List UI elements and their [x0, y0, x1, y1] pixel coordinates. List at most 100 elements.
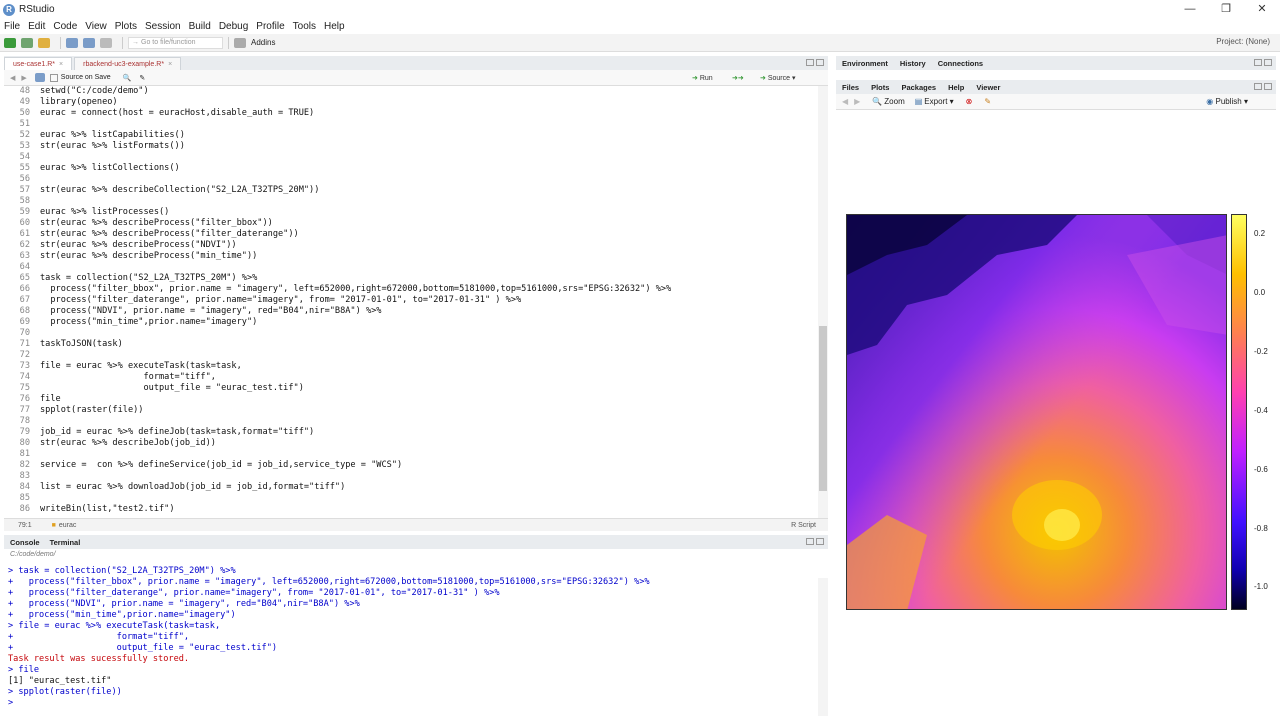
tab-files[interactable]: Files [842, 83, 859, 92]
code-line[interactable] [40, 152, 820, 163]
grid-icon[interactable] [234, 37, 246, 48]
code-line[interactable]: process("min_time",prior.name="imagery") [40, 317, 820, 328]
code-line[interactable] [40, 449, 820, 460]
menu-tools[interactable]: Tools [293, 21, 316, 32]
wand-icon[interactable]: ✎ [139, 74, 145, 82]
goto-file-input[interactable]: Go to file/function [128, 36, 223, 49]
code-line[interactable] [40, 196, 820, 207]
file-type-label[interactable]: R Script [791, 522, 816, 529]
code-line[interactable]: str(eurac %>% describeCollection("S2_L2A… [40, 185, 820, 196]
tab-plots[interactable]: Plots [871, 83, 889, 92]
code-line[interactable]: process("filter_daterange", prior.name="… [40, 295, 820, 306]
tab-viewer[interactable]: Viewer [976, 83, 1000, 92]
code-line[interactable]: task = collection("S2_L2A_T32TPS_20M") %… [40, 273, 820, 284]
tab-console[interactable]: Console [10, 538, 40, 547]
source-button[interactable]: ➜ Source ▾ [760, 74, 795, 82]
scrollbar-thumb[interactable] [819, 326, 827, 491]
maximize-button[interactable]: ❐ [1208, 0, 1244, 19]
code-line[interactable]: taskToJSON(task) [40, 339, 820, 350]
code-line[interactable]: setwd("C:/code/demo") [40, 86, 820, 97]
code-editor[interactable]: setwd("C:/code/demo") library(openeo) eura… [40, 86, 820, 518]
code-line[interactable]: str(eurac %>% listFormats()) [40, 141, 820, 152]
code-line[interactable]: str(eurac %>% describeProcess("min_time"… [40, 251, 820, 262]
code-line[interactable]: list = eurac %>% downloadJob(job_id = jo… [40, 482, 820, 493]
code-line[interactable]: spplot(raster(file)) [40, 405, 820, 416]
menu-debug[interactable]: Debug [219, 21, 248, 32]
tab-rbackend-uc3[interactable]: rbackend-uc3-example.R* × [74, 57, 182, 70]
console-output[interactable]: > task = collection("S2_L2A_T32TPS_20M")… [8, 566, 818, 716]
menu-edit[interactable]: Edit [28, 21, 45, 32]
code-line[interactable]: eurac %>% listCapabilities() [40, 130, 820, 141]
console-scrollbar[interactable] [818, 578, 828, 716]
menu-profile[interactable]: Profile [256, 21, 284, 32]
code-line[interactable]: library(openeo) [40, 97, 820, 108]
save-icon[interactable] [66, 37, 78, 48]
code-line[interactable] [40, 119, 820, 130]
scope-label[interactable]: eurac [59, 522, 77, 529]
open-file-icon[interactable] [38, 37, 50, 48]
maximize-pane-icon[interactable] [816, 538, 824, 545]
code-line[interactable] [40, 471, 820, 482]
menu-session[interactable]: Session [145, 21, 181, 32]
broom-icon[interactable]: ✎ [984, 97, 991, 106]
new-file-icon[interactable] [4, 37, 16, 48]
minimize-pane-icon[interactable] [806, 538, 814, 545]
code-line[interactable] [40, 493, 820, 504]
console-working-dir[interactable]: C:/code/demo/ [10, 551, 56, 558]
code-line[interactable]: str(eurac %>% describeJob(job_id)) [40, 438, 820, 449]
code-line[interactable] [40, 262, 820, 273]
code-line[interactable]: file = eurac %>% executeTask(task=task, [40, 361, 820, 372]
menu-build[interactable]: Build [189, 21, 211, 32]
code-line[interactable] [40, 328, 820, 339]
menu-help[interactable]: Help [324, 21, 345, 32]
code-line[interactable]: process("filter_bbox", prior.name = "ima… [40, 284, 820, 295]
code-line[interactable] [40, 350, 820, 361]
rerun-icon[interactable]: ➜➜ [732, 74, 744, 82]
code-line[interactable]: process("NDVI", prior.name = "imagery", … [40, 306, 820, 317]
save-icon[interactable] [34, 73, 45, 82]
next-plot-icon[interactable]: ▶ [854, 97, 860, 106]
minimize-pane-icon[interactable] [806, 59, 814, 66]
menu-file[interactable]: File [4, 21, 20, 32]
project-menu[interactable]: Project: (None) [1216, 37, 1270, 46]
tab-environment[interactable]: Environment [842, 59, 888, 68]
code-line[interactable]: output_file = "eurac_test.tif") [40, 383, 820, 394]
close-tab-icon[interactable]: × [168, 61, 172, 68]
tab-use-case1[interactable]: use-case1.R* × [4, 57, 73, 70]
code-line[interactable]: file [40, 394, 820, 405]
menu-plots[interactable]: Plots [115, 21, 137, 32]
code-line[interactable]: format="tiff", [40, 372, 820, 383]
code-line[interactable] [40, 174, 820, 185]
code-line[interactable]: eurac %>% listCollections() [40, 163, 820, 174]
code-line[interactable]: eurac = connect(host = euracHost,disable… [40, 108, 820, 119]
code-line[interactable]: writeBin(list,"test2.tif") [40, 504, 820, 515]
source-on-save-checkbox[interactable] [49, 73, 58, 82]
tab-terminal[interactable]: Terminal [50, 538, 81, 547]
back-arrow-icon[interactable]: ◀ [10, 74, 15, 82]
tab-help[interactable]: Help [948, 83, 964, 92]
code-line[interactable] [40, 416, 820, 427]
publish-button[interactable]: ◉ Publish ▾ [1206, 97, 1248, 106]
editor-scrollbar[interactable] [818, 86, 828, 518]
addins-button[interactable]: Addins [251, 38, 275, 47]
close-tab-icon[interactable]: × [59, 61, 63, 68]
code-line[interactable]: job_id = eurac %>% defineJob(task=task,f… [40, 427, 820, 438]
prev-plot-icon[interactable]: ◀ [842, 97, 848, 106]
minimize-pane-icon[interactable] [1254, 59, 1262, 66]
new-project-icon[interactable] [21, 37, 33, 48]
tab-packages[interactable]: Packages [901, 83, 936, 92]
code-line[interactable]: service = con %>% defineService(job_id =… [40, 460, 820, 471]
print-icon[interactable] [100, 37, 112, 48]
save-all-icon[interactable] [83, 37, 95, 48]
run-button[interactable]: ➜ Run [692, 74, 713, 82]
maximize-pane-icon[interactable] [1264, 83, 1272, 90]
code-line[interactable]: eurac %>% listProcesses() [40, 207, 820, 218]
minimize-button[interactable]: — [1172, 0, 1208, 19]
export-button[interactable]: Export ▾ [924, 97, 953, 106]
close-button[interactable]: ✕ [1244, 0, 1280, 19]
search-icon[interactable]: 🔍 [123, 74, 132, 82]
maximize-pane-icon[interactable] [1264, 59, 1272, 66]
tab-history[interactable]: History [900, 59, 926, 68]
menu-view[interactable]: View [85, 21, 107, 32]
tab-connections[interactable]: Connections [938, 59, 983, 68]
